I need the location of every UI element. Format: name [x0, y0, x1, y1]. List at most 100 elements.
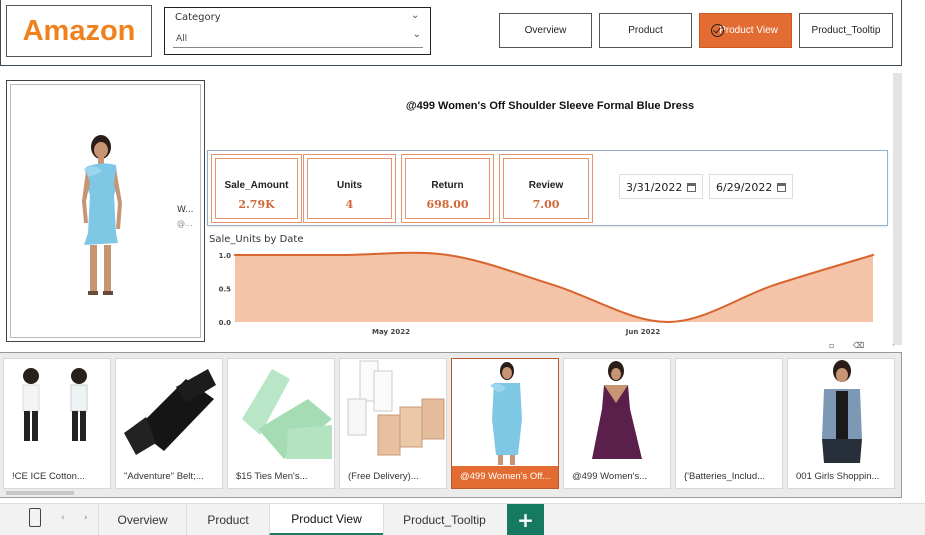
data-point[interactable] [233, 253, 237, 257]
tile-caption: @499 Women's Off... [452, 466, 558, 488]
data-point[interactable] [340, 253, 343, 257]
category-dropdown[interactable]: All ⌄ [173, 29, 423, 48]
kpi-card-inner: Review 7.00 [503, 158, 589, 219]
tab-product[interactable]: Product [186, 504, 269, 535]
nav-overview-label: Overview [524, 25, 567, 36]
clear-filter-icon[interactable]: ⌫ [853, 341, 864, 350]
tile-label: (Free Delivery)... [348, 471, 419, 482]
kpi-card-inner: Sale_Amount 2.79K [215, 158, 298, 219]
page-scrollbar[interactable] [893, 73, 902, 345]
sale-units-area-chart[interactable]: 1.0 0.5 0.0 May 2022 Jun 2022 [205, 245, 893, 341]
tile-label: !CE ICE Cotton... [12, 471, 85, 482]
chart-title: Sale_Units by Date [209, 234, 304, 245]
tile-label: @499 Women's Off... [460, 471, 551, 482]
nav-product-button[interactable]: Product [599, 13, 692, 48]
calendar-icon[interactable] [777, 183, 786, 192]
tab-label: Product View [291, 511, 362, 526]
denim-vest-image [822, 360, 862, 463]
kpi-card-sale-amount[interactable]: Sale_Amount 2.79K [211, 154, 302, 223]
header-bar: Amazon Category ⌄ All ⌄ Overview Product… [0, 0, 902, 66]
nav-product-tooltip-label: Product_Tooltip [811, 25, 881, 36]
chevron-down-icon[interactable]: ⌄ [411, 10, 419, 21]
x-tick-label: May 2022 [372, 328, 410, 336]
card-caption-price: @... [177, 219, 193, 228]
card-caption-title: W... [177, 205, 194, 215]
mobile-layout-icon[interactable] [29, 508, 41, 527]
tab-overview[interactable]: Overview [98, 504, 186, 535]
kpi-card-return[interactable]: Return 698.00 [401, 154, 494, 223]
gallery-tile[interactable]: 001 Girls Shoppin... [787, 358, 895, 489]
chevron-left-icon[interactable]: ‹ [61, 513, 65, 523]
purple-dress-image [592, 361, 642, 459]
data-point[interactable] [666, 320, 669, 324]
logo-box: Amazon [6, 5, 152, 57]
x-tick-label: Jun 2022 [625, 328, 661, 336]
nav-overview-button[interactable]: Overview [499, 13, 592, 48]
start-date-input[interactable]: 3/31/2022 [619, 174, 703, 199]
product-image-card[interactable]: W... @... [6, 80, 205, 342]
kpi-value: 2.79K [238, 198, 275, 211]
gallery-tile[interactable]: {'Batteries_Includ... [675, 358, 783, 489]
gallery-scrollbar[interactable] [6, 491, 74, 495]
data-point[interactable] [446, 253, 449, 257]
start-date-value: 3/31/2022 [626, 181, 683, 194]
tile-label: 001 Girls Shoppin... [796, 471, 880, 482]
tie-image [242, 369, 332, 459]
tile-caption: "Adventure" Belt;... [116, 466, 222, 488]
y-tick-label: 1.0 [219, 252, 232, 260]
tile-caption: @499 Women's... [564, 466, 670, 488]
area-fill [235, 252, 873, 322]
report-canvas: Amazon Category ⌄ All ⌄ Overview Product… [0, 0, 925, 535]
focus-mode-icon[interactable]: ▫ [829, 341, 838, 350]
check-circle-icon [711, 24, 724, 37]
chevron-down-icon[interactable]: ⌄ [413, 29, 421, 40]
kpi-label: Sale_Amount [224, 180, 289, 191]
nav-product-tooltip-button[interactable]: Product_Tooltip [799, 13, 893, 48]
product-image-frame: W... @... [10, 84, 201, 338]
product-image-gallery: !CE ICE Cotton... "Adventure" Belt;... $… [0, 352, 902, 498]
nav-product-view-button[interactable]: Product View [699, 13, 792, 48]
data-point[interactable] [871, 253, 875, 257]
kpi-card-inner: Return 698.00 [405, 158, 490, 219]
category-selected-value: All [176, 34, 188, 44]
category-slicer[interactable]: Category ⌄ All ⌄ [164, 7, 431, 55]
tile-caption: {'Batteries_Includ... [676, 466, 782, 488]
end-date-input[interactable]: 6/29/2022 [709, 174, 793, 199]
kpi-value: 698.00 [426, 198, 469, 211]
kpi-label: Review [528, 180, 564, 191]
add-page-button[interactable]: + [507, 504, 544, 535]
blue-dress-image [490, 362, 522, 465]
kpi-card-units[interactable]: Units 4 [303, 154, 396, 223]
tab-label: Overview [117, 513, 168, 527]
belt-image [124, 369, 216, 455]
kpi-value: 7.00 [532, 198, 560, 211]
tile-caption: !CE ICE Cotton... [4, 466, 110, 488]
tile-label: {'Batteries_Includ... [684, 471, 766, 482]
tab-product-view[interactable]: Product View [269, 504, 383, 535]
tile-label: $15 Ties Men's... [236, 471, 308, 482]
tab-product-tooltip[interactable]: Product_Tooltip [383, 504, 505, 535]
kpi-label: Units [337, 180, 362, 191]
gallery-tile[interactable]: !CE ICE Cotton... [3, 358, 111, 489]
more-options-icon[interactable]: · [892, 341, 901, 350]
gallery-tile[interactable]: $15 Ties Men's... [227, 358, 335, 489]
tile-label: @499 Women's... [572, 471, 648, 482]
add-page-label: + [517, 508, 534, 532]
gallery-tile[interactable]: "Adventure" Belt;... [115, 358, 223, 489]
page-tab-bar: ‹ › Overview Product Product View Produc… [0, 503, 925, 535]
gallery-tile-selected[interactable]: @499 Women's Off... [451, 358, 559, 489]
y-tick-label: 0.5 [219, 286, 232, 294]
blank-image [676, 359, 782, 467]
tile-caption: $15 Ties Men's... [228, 466, 334, 488]
gallery-tile[interactable]: @499 Women's... [563, 358, 671, 489]
calendar-icon[interactable] [687, 183, 696, 192]
chevron-right-icon[interactable]: › [84, 513, 88, 523]
gallery-tile[interactable]: (Free Delivery)... [339, 358, 447, 489]
end-date-value: 6/29/2022 [716, 181, 773, 194]
data-point[interactable] [772, 283, 775, 287]
kpi-card-review[interactable]: Review 7.00 [499, 154, 593, 223]
y-tick-label: 0.0 [219, 319, 232, 327]
slicer-title: Category [175, 12, 221, 23]
tile-caption: 001 Girls Shoppin... [788, 466, 894, 488]
data-point[interactable] [552, 283, 556, 287]
